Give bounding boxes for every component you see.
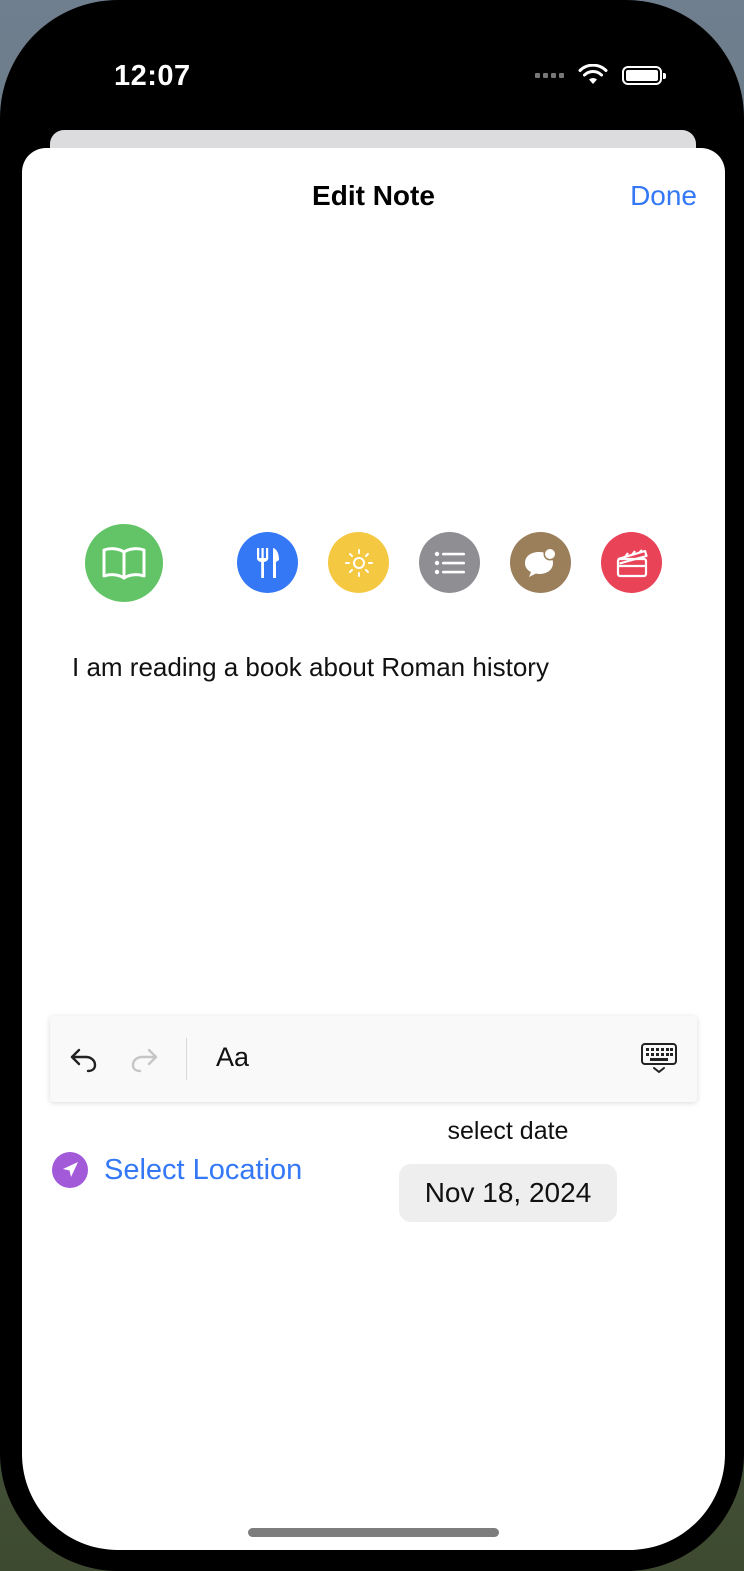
done-button[interactable]: Done	[630, 180, 697, 212]
keyboard-dismiss-icon[interactable]	[638, 1040, 680, 1076]
wifi-icon	[578, 64, 608, 84]
category-sun-icon[interactable]	[328, 532, 389, 593]
keyboard-accessory-toolbar: Aa	[50, 1016, 697, 1102]
note-text-view[interactable]: I am reading a book about Roman history	[72, 652, 549, 683]
edit-note-sheet: Edit Note Done I am reading a book about…	[22, 148, 725, 1550]
category-clapperboard-icon[interactable]	[601, 532, 662, 593]
cellular-signal-icon	[535, 72, 564, 78]
category-food-icon[interactable]	[237, 532, 298, 593]
status-indicators	[535, 64, 666, 86]
undo-icon[interactable]	[66, 1042, 102, 1078]
redo-icon[interactable]	[126, 1042, 162, 1078]
location-arrow-icon	[52, 1152, 88, 1188]
category-list-icon[interactable]	[419, 532, 480, 593]
select-location-button[interactable]: Select Location	[52, 1152, 302, 1188]
status-time: 12:07	[114, 60, 191, 92]
home-indicator	[248, 1528, 499, 1537]
text-format-button[interactable]: Aa	[216, 1042, 249, 1073]
toolbar-divider	[186, 1038, 187, 1080]
category-speech-bubble-icon[interactable]	[510, 532, 571, 593]
page-title: Edit Note	[312, 180, 435, 211]
date-picker-button[interactable]: Nov 18, 2024	[399, 1164, 617, 1222]
battery-icon	[622, 65, 666, 85]
category-book-icon[interactable]	[85, 524, 163, 602]
date-caption: select date	[447, 1117, 569, 1145]
select-location-label: Select Location	[104, 1153, 303, 1186]
